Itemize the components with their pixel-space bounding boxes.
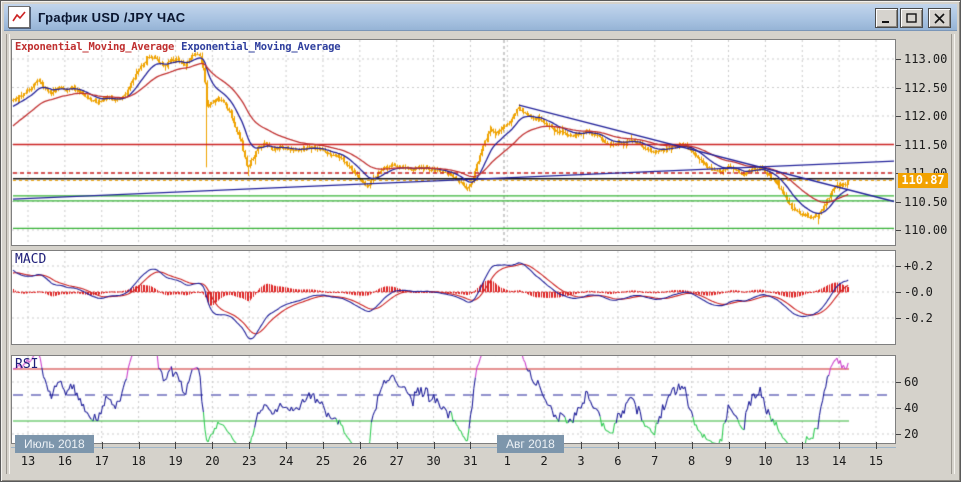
rsi-canvas[interactable] [12,356,895,443]
date-axis-label: 7 [651,454,658,468]
date-axis-tick [839,442,840,449]
macd-axis-label: -0.0 [904,285,933,299]
date-axis-label: 16 [58,454,72,468]
close-icon [934,13,945,24]
rsi-axis-tick [896,382,901,383]
chart-window: График USD /JPY ЧАС [0,0,961,482]
date-axis-tick [729,442,730,449]
macd-axis-label: -0.2 [904,311,933,325]
date-axis-label: 31 [463,454,477,468]
date-axis-label: 15 [869,454,883,468]
macd-panel [11,250,896,345]
close-button[interactable] [928,8,951,28]
minimize-icon [881,13,892,24]
rsi-axis-tick [896,408,901,409]
date-axis-label: 20 [205,454,219,468]
time-axis-line [11,447,896,448]
date-axis-label: 2 [541,454,548,468]
date-axis-label: 24 [279,454,293,468]
date-axis-label: 26 [353,454,367,468]
price-axis-label: 112.50 [904,81,947,95]
macd-axis-tick [896,266,901,267]
chart-window-icon[interactable] [8,6,30,28]
maximize-icon [906,13,917,24]
date-axis-tick [876,442,877,449]
rsi-axis-label: 40 [904,401,918,415]
date-axis-label: 23 [242,454,256,468]
date-axis-tick [102,442,103,449]
date-axis-label: 8 [688,454,695,468]
date-axis-tick [434,442,435,449]
date-axis-tick [655,442,656,449]
date-axis-tick [802,442,803,449]
right-frame-groove [951,34,955,474]
date-axis-tick [249,442,250,449]
ema-slow-legend: Exponential_Moving_Average [181,41,340,53]
chart-icon [12,10,26,24]
price-axis-label: 110.00 [904,223,947,237]
date-axis-label: 19 [168,454,182,468]
price-axis-tick [896,116,901,117]
date-axis-tick [286,442,287,449]
date-axis-label: 27 [389,454,403,468]
price-axis-tick [896,88,901,89]
minimize-button[interactable] [875,8,898,28]
price-axis-label: 112.00 [904,109,947,123]
date-axis-label: 6 [614,454,621,468]
date-axis-tick [323,442,324,449]
date-axis-tick [360,442,361,449]
maximize-button[interactable] [900,8,923,28]
date-axis-label: 9 [725,454,732,468]
macd-axis-label: +0.2 [904,259,933,273]
macd-axis-tick [896,318,901,319]
date-axis-label: 13 [21,454,35,468]
window-title: График USD /JPY ЧАС [38,10,185,25]
rsi-axis-label: 60 [904,375,918,389]
month-badge-july: Июль 2018 [15,435,94,453]
date-axis-label: 18 [131,454,145,468]
date-axis-tick [212,442,213,449]
price-axis-label: 113.00 [904,52,947,66]
date-axis-label: 17 [95,454,109,468]
date-axis-label: 30 [426,454,440,468]
date-axis-tick [175,442,176,449]
main-chart-canvas[interactable] [12,40,895,245]
rsi-panel [11,355,896,444]
date-axis-tick [581,442,582,449]
main-chart-panel [11,39,896,246]
rsi-label: RSI [15,357,38,372]
date-axis-tick [618,442,619,449]
date-axis-tick [470,442,471,449]
price-axis-tick [896,230,901,231]
indicator-legend: Exponential_Moving_Average Exponential_Mo… [15,41,340,53]
ema-fast-legend: Exponential_Moving_Average [15,41,174,53]
title-bar[interactable]: График USD /JPY ЧАС [4,4,957,31]
price-axis-tick [896,202,901,203]
current-price-tag: 110.87 [898,173,948,188]
date-axis-label: 3 [577,454,584,468]
date-axis-tick [397,442,398,449]
macd-canvas[interactable] [12,251,895,344]
price-axis-tick [896,145,901,146]
macd-axis-tick [896,292,901,293]
date-axis-tick [765,442,766,449]
month-badge-august: Авг 2018 [497,435,564,453]
date-axis-label: 14 [832,454,846,468]
rsi-axis-tick [896,434,901,435]
price-axis-tick [896,59,901,60]
date-axis-label: 10 [758,454,772,468]
rsi-axis-label: 20 [904,427,918,441]
date-axis-tick [692,442,693,449]
date-axis-label: 1 [504,454,511,468]
price-axis-label: 110.50 [904,195,947,209]
date-axis-label: 13 [795,454,809,468]
macd-label: MACD [15,252,46,267]
price-axis-label: 111.50 [904,138,947,152]
left-frame-groove [6,34,10,474]
date-axis-label: 25 [316,454,330,468]
date-axis-tick [139,442,140,449]
